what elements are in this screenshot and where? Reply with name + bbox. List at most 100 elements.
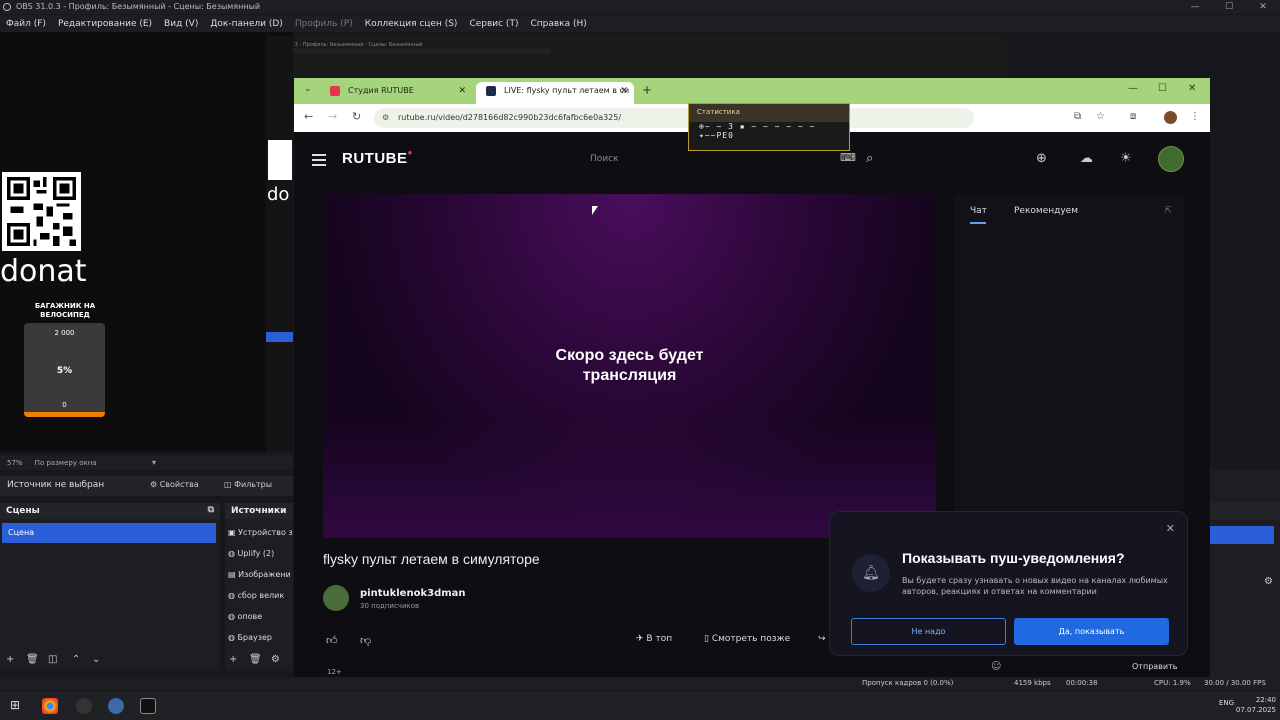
tab-list-chevron-icon[interactable]: ⌄ <box>304 84 312 94</box>
close-icon[interactable]: ✕ <box>1166 522 1175 535</box>
bitrate: 4159 kbps <box>1014 679 1051 687</box>
theme-sun-icon[interactable]: ☀ <box>1120 151 1132 166</box>
bookmark-star-icon[interactable]: ☆ <box>1096 111 1105 122</box>
menu-edit[interactable]: Редактирование (E) <box>52 19 158 29</box>
back-icon[interactable]: ← <box>304 110 313 123</box>
obs-icon[interactable] <box>76 698 92 714</box>
push-title: Показывать пуш-уведомления? <box>902 550 1125 566</box>
qr-code-icon <box>2 172 81 251</box>
emoji-icon[interactable]: ☺ <box>991 661 1001 672</box>
menu-tools[interactable]: Сервис (T) <box>463 19 524 29</box>
source-item[interactable]: ▣ Устройство з <box>228 528 293 537</box>
new-tab-icon[interactable]: + <box>642 83 652 97</box>
upload-icon[interactable]: ⊕ <box>1036 151 1047 166</box>
watch-later-button[interactable]: ▯ Смотреть позже <box>704 634 790 644</box>
scene-list-item[interactable]: Сцена <box>2 523 216 543</box>
trash-icon[interactable]: 🗑︎ <box>26 654 39 665</box>
subscriber-count: 30 подписчиков <box>360 602 420 610</box>
site-info-icon[interactable]: ⚙ <box>382 108 389 128</box>
video-player[interactable]: Скоро здесь будет трансляция <box>323 194 936 538</box>
menu-view[interactable]: Вид (V) <box>158 19 204 29</box>
close-icon[interactable]: ✕ <box>458 82 466 100</box>
dislike-icon[interactable]: 👎︎ <box>360 634 371 647</box>
add-icon[interactable]: + <box>6 654 14 665</box>
tab-live-stream[interactable]: LIVE: flysky пульт летаем в си ✕ <box>476 82 634 104</box>
properties-button[interactable]: ⚙ Свойства <box>150 480 199 489</box>
tab-chat[interactable]: Чат <box>970 206 987 224</box>
close-icon[interactable]: ✕ <box>1188 83 1196 94</box>
filters-button[interactable]: ◫ Фильтры <box>224 480 272 489</box>
gear-icon[interactable]: ⚙ <box>1264 576 1273 587</box>
notifications-icon[interactable]: ☁ <box>1080 151 1093 166</box>
minimize-icon[interactable]: — <box>1128 83 1138 94</box>
rutube-logo[interactable]: RUTUBE● <box>342 148 413 167</box>
source-item[interactable]: ▤ Изображени <box>228 570 291 579</box>
bookmark-icon: ▯ <box>704 634 709 644</box>
source-toolbar: Источник не выбран ⚙ Свойства ◫ Фильтры <box>0 476 293 496</box>
app-icon[interactable] <box>108 698 124 714</box>
install-app-icon[interactable]: ⧉ <box>1074 111 1081 122</box>
source-item[interactable]: ◍ Браузер <box>228 633 272 642</box>
minimize-icon[interactable]: — <box>1178 0 1212 14</box>
close-icon[interactable]: ✕ <box>1246 0 1280 14</box>
menu-profile[interactable]: Профиль (P) <box>289 19 359 29</box>
right-dock-selected[interactable] <box>1210 526 1274 544</box>
menu-docks[interactable]: Док-панели (D) <box>204 19 288 29</box>
fps: 30.00 / 30.00 FPS <box>1204 679 1266 687</box>
to-top-button[interactable]: ✈ В топ <box>636 634 672 644</box>
obs-window-controls: — ☐ ✕ <box>1178 0 1280 14</box>
extensions-icon[interactable]: ⧈ <box>1130 111 1136 122</box>
source-item[interactable]: ◍ опове <box>228 612 262 621</box>
reload-icon[interactable]: ↻ <box>352 110 361 123</box>
bell-icon: 🔔︎ <box>852 554 890 592</box>
nested-capture-top: OBS 31.0.3 - Профиль: Безымянный - Сцены… <box>266 36 1006 78</box>
profile-avatar[interactable] <box>1164 111 1177 124</box>
send-button[interactable]: Отправить <box>1132 662 1177 671</box>
popout-icon[interactable]: ⇱ <box>1164 206 1172 216</box>
share-icon[interactable]: ↪ <box>818 634 826 644</box>
scenes-dock: Сцены ⧉ Сцена + 🗑︎ ◫ ⌃ ⌄ <box>0 503 220 671</box>
tab-rutube-studio[interactable]: Студия RUTUBE ✕ <box>320 82 472 104</box>
menu-help[interactable]: Справка (H) <box>524 19 592 29</box>
maximize-icon[interactable]: ☐ <box>1158 83 1167 94</box>
input-language[interactable]: ENG <box>1219 699 1234 707</box>
push-decline-button[interactable]: Не надо <box>851 618 1006 645</box>
trash-icon[interactable]: 🗑︎ <box>249 654 262 665</box>
goal-title: БАГАЖНИК НА ВЕЛОСИПЕД <box>34 302 96 319</box>
menu-dots-icon[interactable]: ⋮ <box>1190 111 1200 122</box>
menu-scene-collection[interactable]: Коллекция сцен (S) <box>359 19 464 29</box>
capcut-icon[interactable] <box>140 698 156 714</box>
source-item[interactable]: ◍ Uplify (2) <box>228 549 274 558</box>
stats-line: ✦~~PE0 <box>699 131 734 140</box>
scene-filter-icon[interactable]: ◫ <box>48 654 57 665</box>
maximize-icon[interactable]: ☐ <box>1212 0 1246 14</box>
forward-icon[interactable]: → <box>328 110 337 123</box>
tab-recommended[interactable]: Рекомендуем <box>1014 206 1078 216</box>
url-field[interactable]: ⚙ rutube.ru/video/d278166d82c990b23dc6fa… <box>374 108 974 128</box>
windows-start-icon[interactable]: ⊞ <box>10 698 20 712</box>
clock[interactable]: 22:40 07.07.2025 <box>1236 695 1276 715</box>
close-icon[interactable]: ✕ <box>620 82 628 100</box>
dock-undock-icon[interactable]: ⧉ <box>208 505 214 515</box>
nested-donat: do <box>267 184 290 205</box>
zoom-mode[interactable]: По размеру окна <box>23 459 97 467</box>
add-icon[interactable]: + <box>229 654 237 665</box>
source-item[interactable]: ◍ сбор велик <box>228 591 284 600</box>
video-title: flysky пульт летаем в симуляторе <box>323 551 540 567</box>
menu-file[interactable]: Файл (F) <box>0 19 52 29</box>
search-icon[interactable]: ⌕ <box>866 151 873 166</box>
push-text: Вы будете сразу узнавать о новых видео н… <box>902 576 1168 596</box>
channel-name[interactable]: pintuklenok3dman <box>360 588 466 599</box>
dropped-frames: Пропуск кадров 0 (0.0%) <box>862 679 954 687</box>
like-icon[interactable]: 👍︎ <box>326 634 338 647</box>
gear-icon[interactable]: ⚙ <box>271 654 280 665</box>
chrome-icon[interactable] <box>42 698 58 714</box>
user-avatar[interactable] <box>1158 146 1184 172</box>
hamburger-icon[interactable] <box>312 154 326 169</box>
keyboard-icon[interactable]: ⌨ <box>840 151 856 164</box>
chevron-down-icon[interactable]: ▾ <box>152 458 156 467</box>
arrow-up-icon[interactable]: ⌃ <box>72 654 80 665</box>
arrow-down-icon[interactable]: ⌄ <box>92 654 100 665</box>
channel-avatar[interactable] <box>323 585 349 611</box>
push-accept-button[interactable]: Да, показывать <box>1014 618 1169 645</box>
